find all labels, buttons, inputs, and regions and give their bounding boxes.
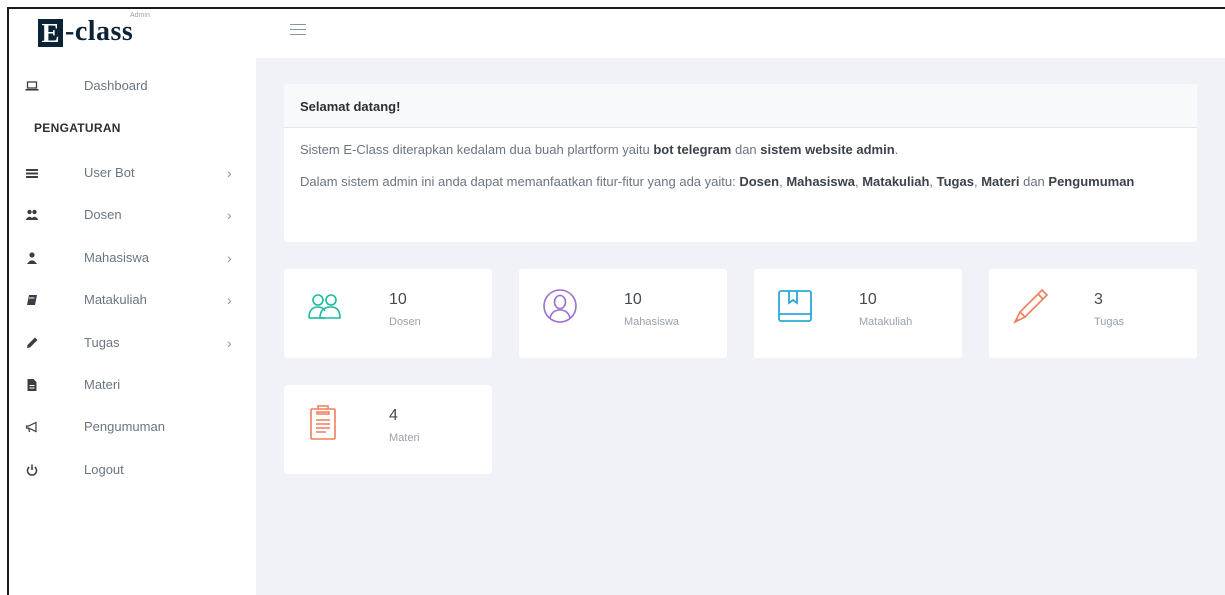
clipboard-icon — [306, 403, 344, 441]
user-icon — [25, 251, 39, 265]
hamburger-menu-icon[interactable] — [290, 24, 306, 38]
sidebar-item-label: Materi — [84, 377, 121, 392]
sidebar-item-label: Logout — [84, 462, 124, 477]
brand-name: -class — [65, 16, 134, 47]
list-icon — [25, 166, 39, 180]
sidebar-item-logout[interactable]: Logout — [9, 454, 256, 488]
text-bold: Dosen — [739, 174, 780, 189]
stat-value: 10 — [389, 291, 407, 308]
sidebar-section-title: PENGATURAN — [34, 121, 121, 135]
stat-value: 10 — [859, 291, 877, 308]
main-content: Selamat datang! Sistem E-Class diterapka… — [256, 58, 1225, 595]
stat-card-mahasiswa[interactable]: 10 Mahasiswa — [519, 269, 727, 358]
text: dan — [731, 142, 761, 157]
chevron-right-icon: › — [227, 165, 232, 181]
laptop-icon — [25, 79, 39, 93]
welcome-card: Selamat datang! Sistem E-Class diterapka… — [284, 84, 1197, 242]
text-bold: Materi — [981, 174, 1020, 189]
top-bar: E -class Admin — [9, 9, 1225, 58]
stat-card-matakuliah[interactable]: 10 Matakuliah — [754, 269, 962, 358]
text: . — [894, 142, 899, 157]
text-bold: Matakuliah — [862, 174, 930, 189]
sidebar-item-label: Dosen — [84, 207, 122, 222]
text-bold: sistem website admin — [760, 142, 895, 157]
stat-label: Tugas — [1094, 316, 1125, 328]
sidebar-item-label: Matakuliah — [84, 292, 147, 307]
sidebar-item-pengumuman[interactable]: Pengumuman — [9, 411, 256, 445]
sidebar-item-label: Tugas — [84, 335, 120, 350]
file-icon — [25, 378, 39, 392]
sidebar-item-dashboard[interactable]: Dashboard — [9, 70, 256, 104]
book-outline-icon — [776, 287, 814, 325]
text: Sistem E-Class diterapkan kedalam dua bu… — [300, 142, 654, 157]
brand-badge: Admin — [130, 12, 150, 19]
book-icon — [25, 293, 39, 307]
chevron-right-icon: › — [227, 207, 232, 223]
stat-label: Matakuliah — [859, 316, 913, 328]
user-circle-icon — [541, 287, 579, 325]
sidebar-item-mahasiswa[interactable]: Mahasiswa › — [9, 242, 256, 276]
text: Dalam sistem admin ini anda dapat memanf… — [300, 174, 740, 189]
welcome-card-body: Sistem E-Class diterapkan kedalam dua bu… — [284, 128, 1197, 216]
text: dan — [1019, 174, 1049, 189]
sidebar-item-label: Pengumuman — [84, 419, 165, 434]
sidebar: Dashboard PENGATURAN User Bot › Dosen › … — [9, 58, 256, 595]
stat-card-tugas[interactable]: 3 Tugas — [989, 269, 1197, 358]
sidebar-item-label: User Bot — [84, 165, 135, 180]
sidebar-item-user-bot[interactable]: User Bot › — [9, 157, 256, 191]
app-window: E -class Admin Dashboard PENGATURAN User… — [7, 7, 1225, 595]
text-bold: Mahasiswa — [786, 174, 855, 189]
stat-label: Mahasiswa — [624, 316, 680, 328]
sidebar-item-label: Dashboard — [84, 78, 148, 93]
chevron-right-icon: › — [227, 292, 232, 308]
welcome-paragraph-2: Dalam sistem admin ini anda dapat memanf… — [300, 172, 1181, 192]
welcome-card-header: Selamat datang! — [284, 84, 1197, 128]
stat-card-materi[interactable]: 4 Materi — [284, 385, 492, 474]
chevron-right-icon: › — [227, 250, 232, 266]
sidebar-item-matakuliah[interactable]: Matakuliah › — [9, 284, 256, 318]
stat-label: Materi — [389, 432, 420, 444]
stat-value: 10 — [624, 291, 642, 308]
pen-icon — [1011, 287, 1049, 325]
welcome-title: Selamat datang! — [300, 99, 401, 114]
text-bold: Pengumuman — [1048, 174, 1135, 189]
sidebar-item-tugas[interactable]: Tugas › — [9, 327, 256, 361]
power-icon — [25, 463, 39, 477]
welcome-paragraph-1: Sistem E-Class diterapkan kedalam dua bu… — [300, 140, 1181, 160]
bullhorn-icon — [25, 420, 39, 434]
stat-label: Dosen — [389, 316, 421, 328]
stat-card-dosen[interactable]: 10 Dosen — [284, 269, 492, 358]
sidebar-item-label: Mahasiswa — [84, 250, 150, 265]
stat-value: 3 — [1094, 291, 1103, 308]
chevron-right-icon: › — [227, 335, 232, 351]
sidebar-item-dosen[interactable]: Dosen › — [9, 199, 256, 233]
text-bold: Tugas — [936, 174, 974, 189]
brand-logo[interactable]: E -class Admin — [9, 9, 256, 58]
text: , — [929, 174, 937, 189]
users-outline-icon — [306, 287, 344, 325]
brand-letter: E — [38, 19, 63, 47]
stat-value: 4 — [389, 407, 398, 424]
sidebar-item-materi[interactable]: Materi — [9, 369, 256, 403]
pencil-icon — [25, 336, 39, 350]
text-bold: bot telegram — [653, 142, 732, 157]
users-icon — [25, 208, 39, 222]
